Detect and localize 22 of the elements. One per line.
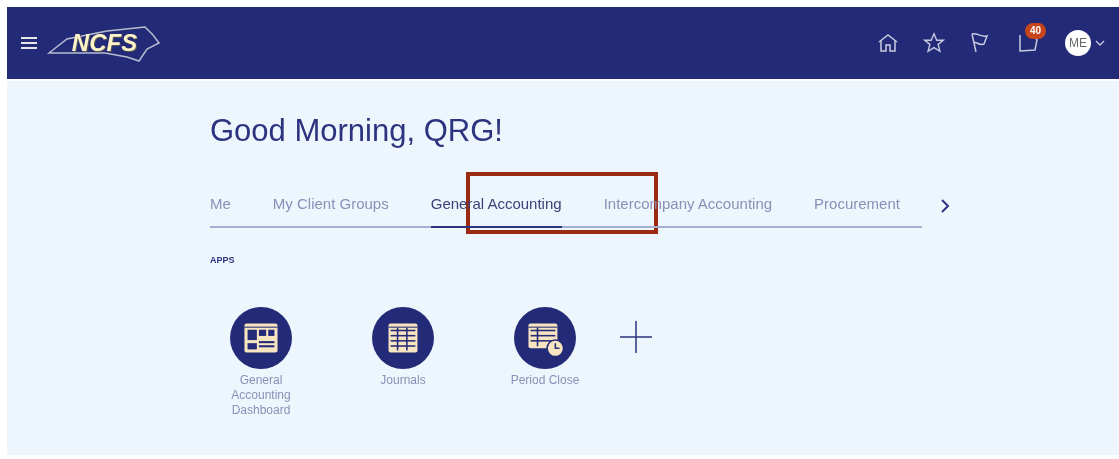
app-label[interactable]: Period Close (505, 373, 585, 388)
clock-app-icon[interactable] (514, 307, 576, 369)
tab[interactable]: Me (210, 193, 231, 228)
app-label[interactable]: Journals (363, 373, 443, 388)
chevron-right-icon[interactable] (940, 199, 950, 214)
tab[interactable]: Procurement (814, 193, 900, 228)
flag-icon[interactable] (969, 32, 989, 54)
user-avatar[interactable]: ME (1065, 30, 1091, 56)
star-icon[interactable] (923, 32, 945, 54)
dashboard-app-icon[interactable] (230, 307, 292, 369)
greeting: Good Morning, QRG! (210, 112, 504, 150)
notifications-icon[interactable] (1017, 32, 1039, 54)
logo-text: NCFS (71, 28, 138, 58)
app-label[interactable]: General Accounting Dashboard (221, 373, 301, 418)
add-icon[interactable] (620, 321, 652, 353)
tab[interactable]: My Client Groups (272, 193, 389, 228)
home-icon[interactable] (877, 33, 899, 53)
menu-icon[interactable] (21, 37, 37, 49)
table-app-icon[interactable] (372, 307, 434, 369)
section-title: APPS (210, 253, 236, 267)
chevron-down-icon[interactable] (1095, 40, 1105, 46)
notification-badge: 40 (1025, 23, 1047, 39)
